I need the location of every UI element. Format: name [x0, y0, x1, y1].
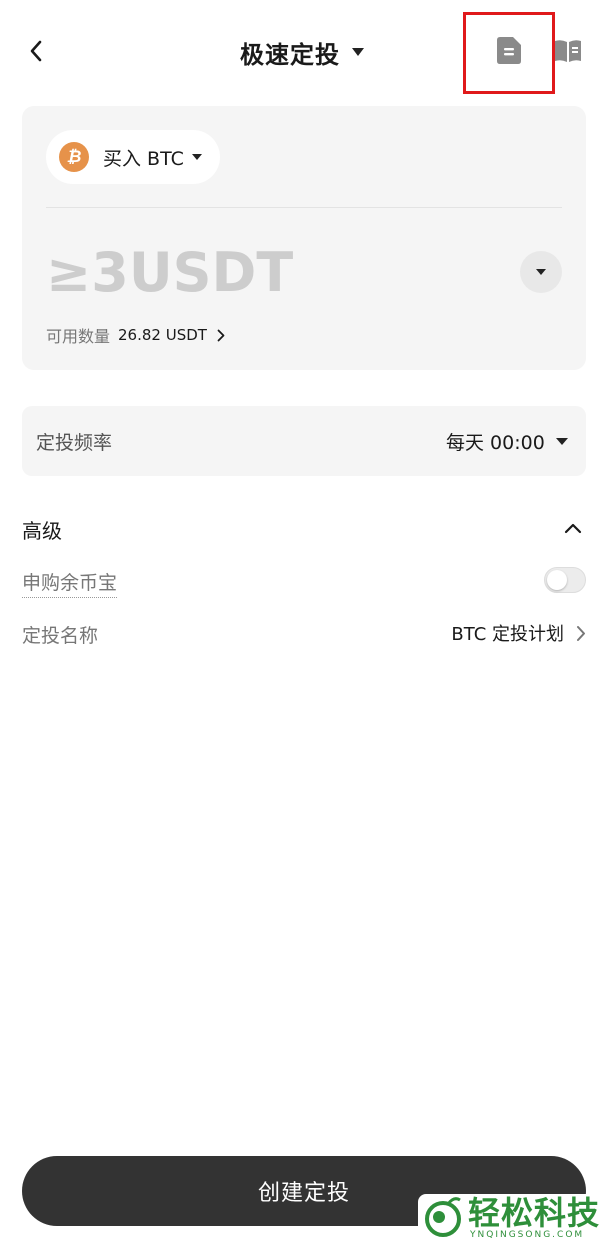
watermark-text: 轻松科技 — [468, 1194, 601, 1232]
unit-dropdown-button[interactable] — [520, 251, 562, 293]
chevron-up-icon — [564, 523, 582, 533]
page-title: 极速定投 — [240, 40, 340, 69]
document-icon — [497, 37, 521, 64]
guide-button[interactable] — [555, 39, 581, 63]
watermark-logo-icon — [425, 1197, 461, 1237]
records-button[interactable] — [497, 37, 521, 64]
frequency-value: 每天 00:00 — [446, 432, 545, 454]
plan-name-value: BTC 定投计划 — [451, 624, 564, 645]
book-icon — [555, 40, 581, 62]
plan-name-label: 定投名称 — [22, 625, 99, 647]
divider — [46, 207, 562, 208]
btc-coin-icon: ₿ — [59, 142, 89, 172]
amount-input[interactable] — [46, 238, 466, 306]
chevron-right-icon — [577, 625, 585, 641]
watermark-url: YNQINGSONG.COM — [470, 1230, 585, 1240]
buy-coin-selector[interactable]: ₿ 买入 BTC — [46, 130, 220, 184]
caret-down-icon — [556, 438, 568, 445]
caret-down-icon — [536, 269, 546, 275]
caret-down-icon — [191, 154, 202, 160]
buy-coin-label: 买入 BTC — [103, 147, 184, 170]
plan-name-selector[interactable]: BTC 定投计划 — [380, 619, 586, 647]
advanced-section-title: 高级 — [22, 519, 62, 543]
toggle-knob — [547, 570, 567, 590]
available-label: 可用数量 — [46, 327, 111, 346]
chevron-right-icon — [217, 329, 225, 341]
available-value: 26.82 USDT — [118, 326, 207, 344]
subscribe-savings-label[interactable]: 申购余币宝 — [22, 568, 118, 598]
subscribe-savings-toggle[interactable] — [544, 567, 586, 593]
caret-down-icon — [352, 48, 364, 56]
advanced-collapse-button[interactable] — [560, 515, 586, 541]
available-balance[interactable]: 可用数量 26.82 USDT — [46, 323, 225, 347]
frequency-label: 定投频率 — [36, 432, 113, 454]
